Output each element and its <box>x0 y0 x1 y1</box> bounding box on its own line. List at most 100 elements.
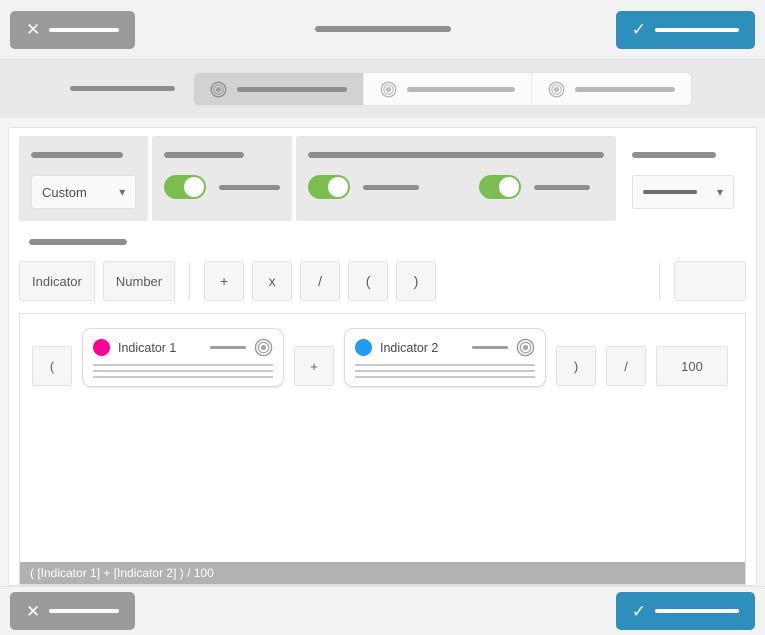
indicator-detail-line <box>93 364 273 366</box>
dialog-header: ✕ ✓ <box>0 0 765 60</box>
formula-token-paren-close[interactable]: ) <box>556 346 596 386</box>
last-select-value <box>643 190 698 194</box>
operator-section <box>9 231 756 261</box>
step-option-1[interactable] <box>194 73 364 105</box>
formula-card-indicator-1[interactable]: Indicator 1 <box>82 328 284 387</box>
toggle-switch-3-label <box>534 184 591 190</box>
toggle-group-1-label <box>164 146 280 164</box>
toggle-knob <box>184 177 205 197</box>
toggle-row-2 <box>308 175 420 199</box>
formula-token-number[interactable]: 100 <box>656 346 728 386</box>
chevron-down-icon: ▾ <box>716 185 723 199</box>
step-segmented-control <box>193 72 692 106</box>
step-option-1-label <box>237 86 347 92</box>
main-panel: Custom ▾ ▾ Indicator Number + x / () (… <box>8 127 757 586</box>
toggle-row-1 <box>164 175 281 199</box>
footer-confirm-button[interactable]: ✓ <box>615 592 755 630</box>
indicator-color-dot <box>93 339 110 356</box>
last-setting-label <box>632 146 734 164</box>
formula-token-plus[interactable]: + <box>294 346 334 386</box>
dialog-footer: ✕ ✓ <box>0 586 765 635</box>
formula-builder-dialog: ✕ ✓ Custom ▾ ▾ Indicator Number + x / (… <box>0 0 765 635</box>
header-confirm-label <box>655 27 739 32</box>
last-setting-label-text <box>632 151 717 158</box>
operator-button-divide[interactable]: / <box>300 261 341 301</box>
formula-preview-bar: ( [Indicator 1] + [Indicator 2] ) / 100 <box>20 562 745 584</box>
header-confirm-button[interactable]: ✓ <box>615 10 755 49</box>
operator-section-label-text <box>29 238 127 245</box>
toggle-row-3 <box>479 175 591 199</box>
formula-card-indicator-2[interactable]: Indicator 2 <box>344 328 546 387</box>
indicator-detail-lines <box>355 364 535 378</box>
operator-button-plus[interactable]: + <box>204 261 245 301</box>
toggle-knob <box>499 177 520 197</box>
toggle-group-2-label <box>308 146 605 164</box>
step-lead-label <box>70 80 175 98</box>
operator-toolbar: Indicator Number + x / ( ) <box>9 261 756 313</box>
toggle-pairs <box>308 175 604 199</box>
type-select[interactable]: Custom ▾ <box>31 175 137 209</box>
target-icon[interactable] <box>254 338 273 357</box>
operator-button-paren-open[interactable]: ( <box>348 261 389 301</box>
toggle-switch-1-label <box>219 184 281 190</box>
toggle-switch-2-label <box>363 184 420 190</box>
formula-card-header: Indicator 1 <box>93 338 273 357</box>
type-setting-label <box>31 146 136 164</box>
indicator-detail-line <box>355 370 535 372</box>
close-icon: ✕ <box>26 601 41 621</box>
line-icon <box>472 346 508 349</box>
operator-section-label <box>29 233 746 251</box>
toggle-group-1 <box>152 136 293 221</box>
target-icon[interactable] <box>516 338 535 357</box>
toolbar-divider-right <box>659 263 660 299</box>
check-icon: ✓ <box>631 601 646 621</box>
footer-cancel-label <box>49 609 120 613</box>
header-cancel-label <box>49 27 120 32</box>
indicator-detail-lines <box>93 364 273 378</box>
type-setting-group: Custom ▾ <box>19 136 149 221</box>
toggle-switch-1[interactable] <box>164 175 207 199</box>
radio-unselected-icon <box>380 81 397 97</box>
formula-preview-text: ( [Indicator 1] + [Indicator 2] ) / 100 <box>30 566 214 580</box>
formula-token-divide[interactable]: / <box>606 346 646 386</box>
indicator-detail-line <box>355 376 535 378</box>
operator-button-paren-close[interactable]: ) <box>396 261 437 301</box>
formula-canvas[interactable]: ( Indicator 1 + Indicator 2) / 100 ([I… <box>19 313 746 585</box>
toolbar-divider <box>189 263 191 299</box>
step-option-2-label <box>407 86 515 92</box>
formula-card-header: Indicator 2 <box>355 338 535 357</box>
formula-token-paren-open[interactable]: ( <box>32 346 72 386</box>
step-selector-bar <box>0 60 765 118</box>
type-select-value: Custom <box>42 184 87 200</box>
toggle-switch-3[interactable] <box>479 175 522 199</box>
settings-row: Custom ▾ ▾ <box>9 128 756 231</box>
check-icon: ✓ <box>631 20 646 39</box>
radio-unselected-icon <box>548 81 565 97</box>
source-button-number[interactable]: Number <box>102 261 176 301</box>
value-input[interactable] <box>674 261 746 301</box>
last-select[interactable]: ▾ <box>632 175 734 209</box>
toggle-group-2 <box>296 136 617 221</box>
toggle-knob <box>328 177 349 197</box>
header-cancel-button[interactable]: ✕ <box>10 10 136 49</box>
type-setting-label-text <box>31 151 123 158</box>
close-icon: ✕ <box>26 20 41 39</box>
radio-selected-icon <box>210 81 227 97</box>
indicator-detail-line <box>93 370 273 372</box>
indicator-detail-line <box>93 376 273 378</box>
toggle-switch-2[interactable] <box>308 175 351 199</box>
toggle-group-1-label-text <box>164 151 245 158</box>
chevron-down-icon: ▾ <box>119 185 126 199</box>
indicator-name: Indicator 2 <box>380 340 439 355</box>
dialog-title-text <box>314 26 451 33</box>
indicator-color-dot <box>355 339 372 356</box>
operator-button-times[interactable]: x <box>252 261 293 301</box>
footer-cancel-button[interactable]: ✕ <box>10 592 136 630</box>
step-option-2[interactable] <box>364 73 532 105</box>
step-lead-text <box>70 86 175 92</box>
source-button-indicator[interactable]: Indicator <box>19 261 95 301</box>
step-option-3-label <box>575 86 675 92</box>
step-option-3[interactable] <box>532 73 691 105</box>
indicator-detail-line <box>355 364 535 366</box>
footer-confirm-label <box>655 609 739 613</box>
